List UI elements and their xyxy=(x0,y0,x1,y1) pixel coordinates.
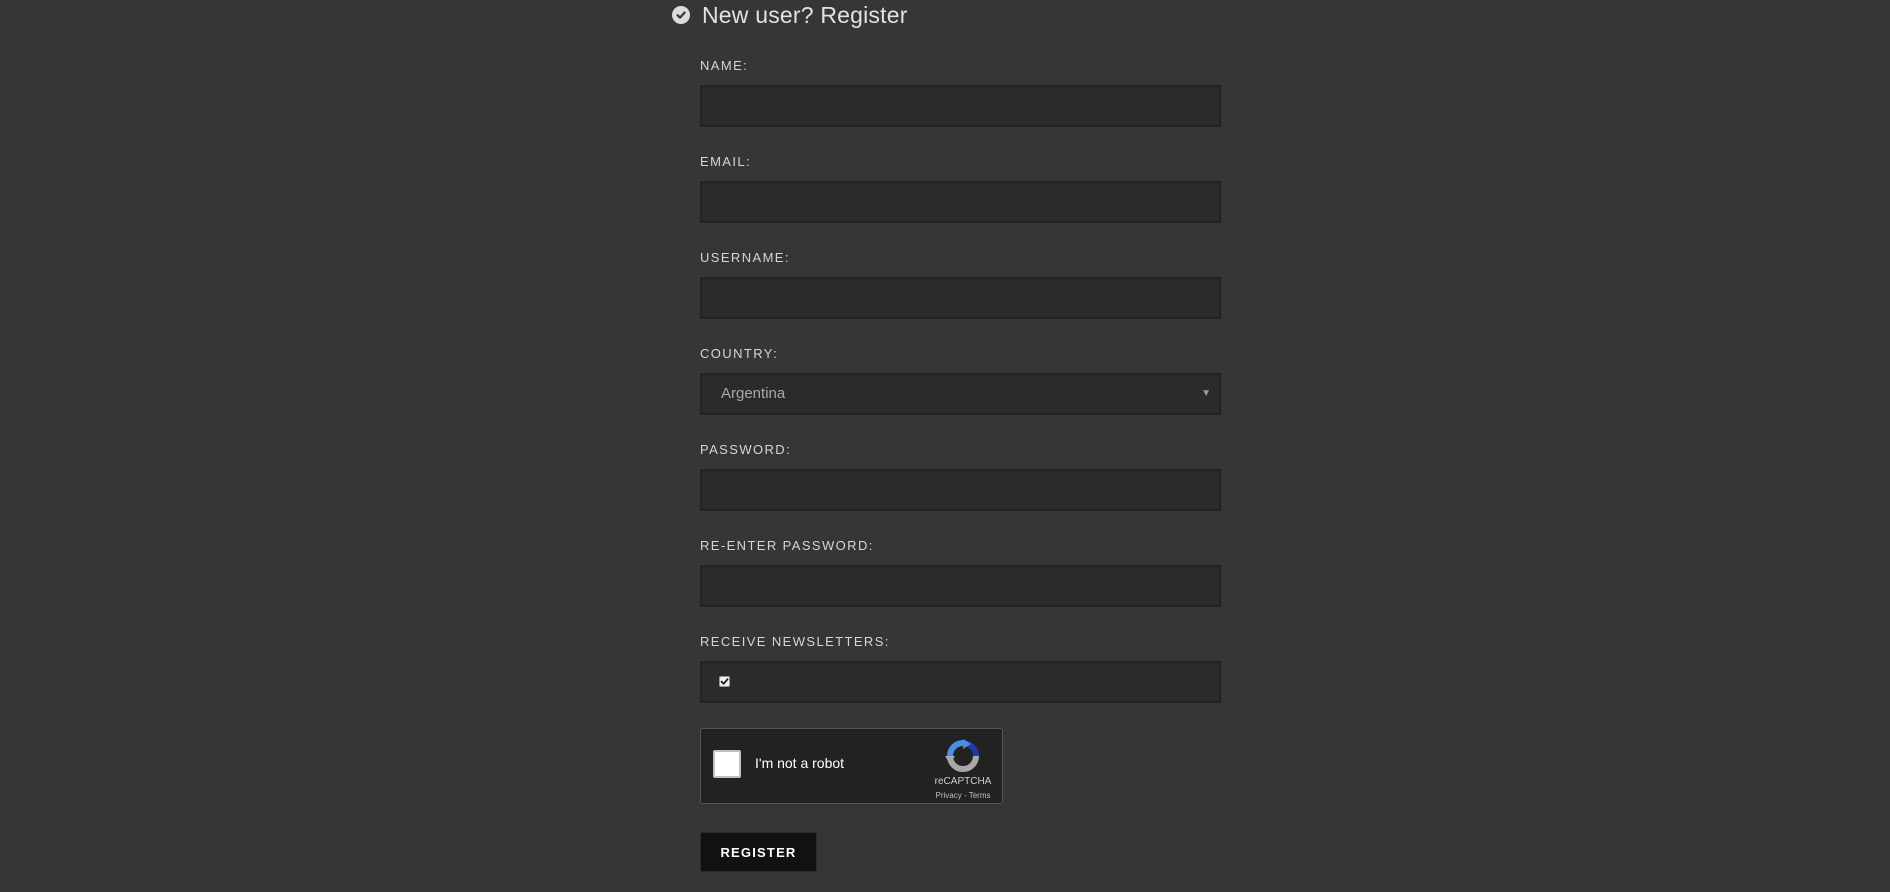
checkmark-icon xyxy=(720,678,729,685)
name-label: NAME: xyxy=(700,58,749,73)
username-field-group: USERNAME: xyxy=(700,250,1221,319)
register-heading: New user? Register xyxy=(672,0,908,30)
recaptcha-widget: I'm not a robot reCAPTCHA Privacy - Term… xyxy=(700,728,1003,804)
check-circle-icon xyxy=(672,6,690,24)
country-select[interactable]: Argentina ▼ xyxy=(700,373,1221,415)
password-input[interactable] xyxy=(700,469,1221,511)
name-field-group: NAME: xyxy=(700,58,1221,127)
password-label: PASSWORD: xyxy=(700,442,792,457)
newsletters-checkbox[interactable] xyxy=(719,676,730,687)
country-label: COUNTRY: xyxy=(700,346,779,361)
country-field-group: COUNTRY: Argentina ▼ xyxy=(700,346,1221,415)
email-field-group: EMAIL: xyxy=(700,154,1221,223)
newsletters-label: RECEIVE NEWSLETTERS: xyxy=(700,634,890,649)
recaptcha-checkbox[interactable] xyxy=(713,750,741,778)
newsletters-field-group: RECEIVE NEWSLETTERS: xyxy=(700,634,1221,703)
recaptcha-logo-icon xyxy=(945,739,979,772)
recaptcha-privacy-terms-links[interactable]: Privacy - Terms xyxy=(913,791,1013,800)
page-title: New user? Register xyxy=(702,1,908,28)
reenter-password-label: RE-ENTER PASSWORD: xyxy=(700,538,874,553)
caret-down-icon: ▼ xyxy=(1201,388,1211,399)
email-input[interactable] xyxy=(700,181,1221,223)
username-label: USERNAME: xyxy=(700,250,790,265)
recaptcha-label: I'm not a robot xyxy=(755,755,845,771)
newsletters-container xyxy=(700,661,1221,703)
country-selected-value: Argentina xyxy=(721,385,786,402)
name-input[interactable] xyxy=(700,85,1221,127)
reenter-password-input[interactable] xyxy=(700,565,1221,607)
password-field-group: PASSWORD: xyxy=(700,442,1221,511)
reenter-password-field-group: RE-ENTER PASSWORD: xyxy=(700,538,1221,607)
username-input[interactable] xyxy=(700,277,1221,319)
email-label: EMAIL: xyxy=(700,154,752,169)
register-button[interactable]: REGISTER xyxy=(700,832,817,872)
recaptcha-brand: reCAPTCHA xyxy=(934,776,992,787)
